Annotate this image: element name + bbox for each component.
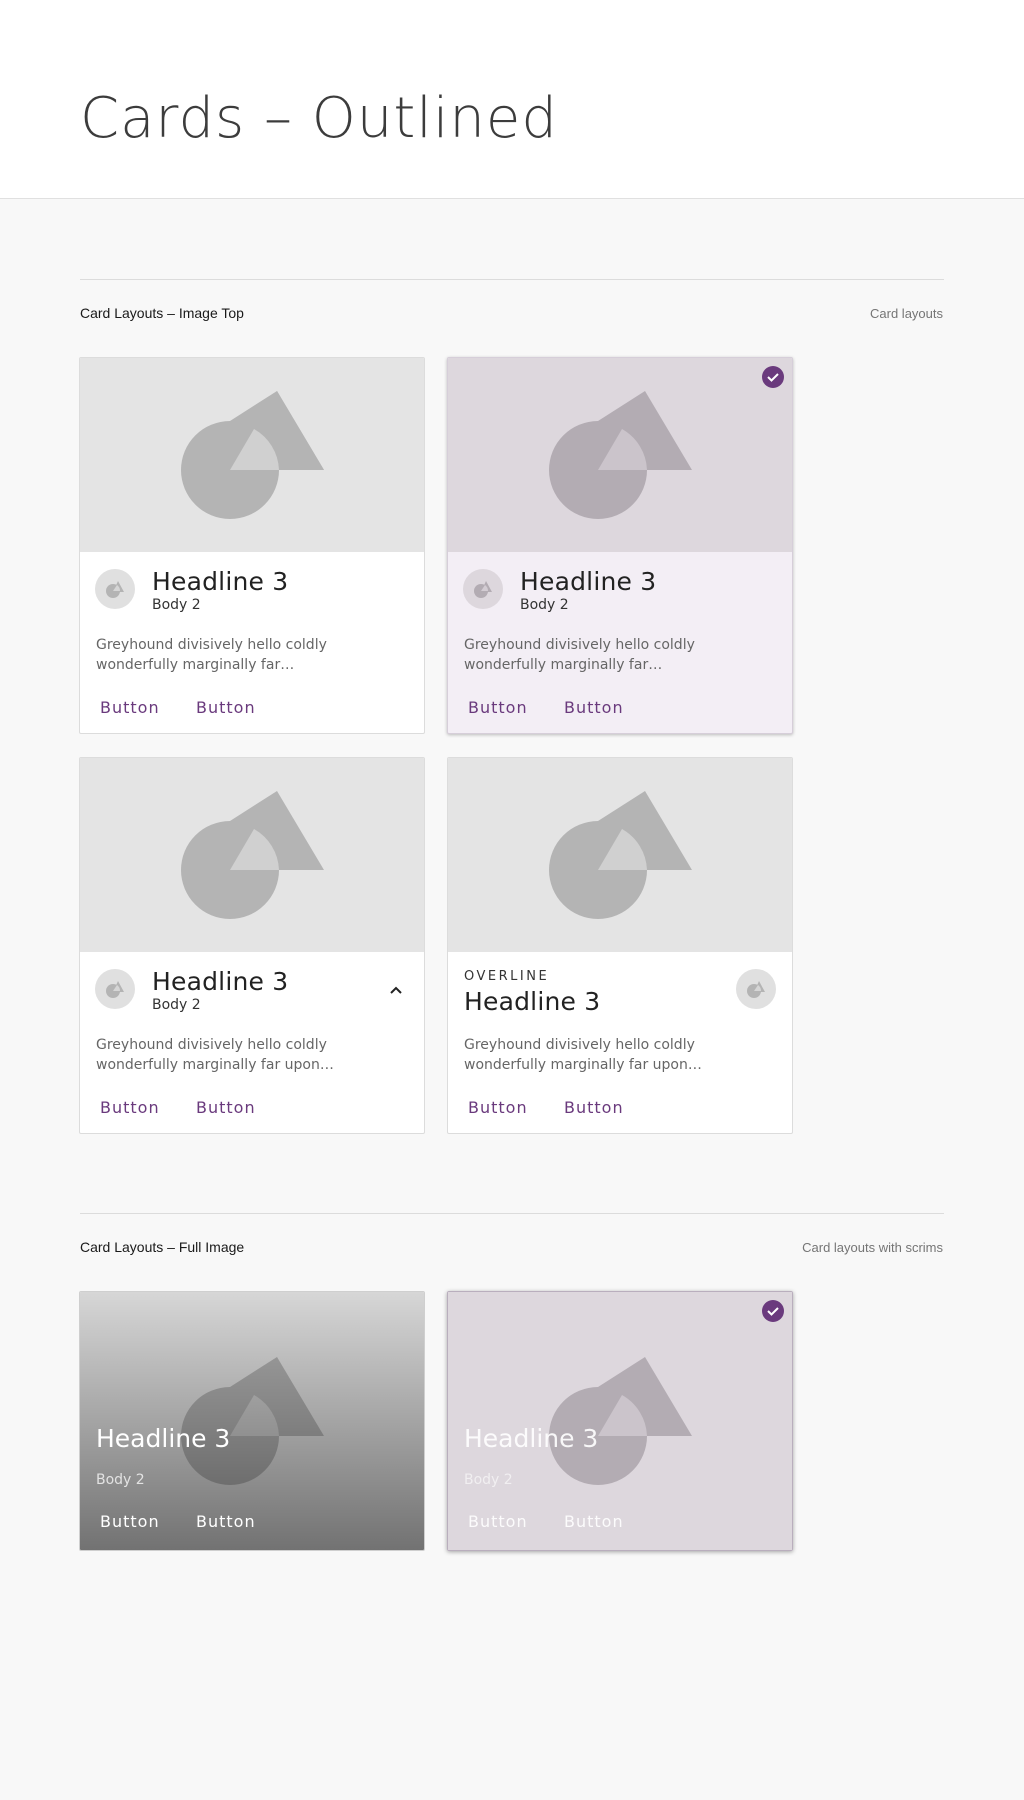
- card-button-secondary[interactable]: Button: [196, 1512, 256, 1531]
- check-circle-icon[interactable]: [762, 366, 784, 388]
- card-button-secondary[interactable]: Button: [564, 1512, 624, 1531]
- card-description: Greyhound divisively hello coldly wonder…: [96, 637, 327, 673]
- card-headline: Headline 3: [152, 567, 289, 596]
- card-subtitle: Body 2: [520, 597, 569, 613]
- card-description: Greyhound divisively hello coldly wonder…: [464, 637, 695, 673]
- card-subtitle: Body 2: [96, 1472, 145, 1488]
- image-placeholder-icon: [181, 791, 324, 919]
- card-headline: Headline 3: [520, 567, 657, 596]
- section-note: Card layouts with scrims: [802, 1240, 943, 1255]
- image-placeholder-icon: [106, 581, 124, 598]
- section-title: Card Layouts – Image Top: [80, 305, 244, 321]
- card-image-top-expandable[interactable]: Headline 3 Body 2 Greyhound divisively h…: [79, 757, 425, 1134]
- section-divider: [80, 1213, 944, 1214]
- card-headline: Headline 3: [464, 1424, 599, 1453]
- card-subtitle: Body 2: [152, 597, 201, 613]
- card-description: Greyhound divisively hello coldly wonder…: [464, 1037, 702, 1073]
- avatar: [95, 969, 135, 1009]
- card-subtitle: Body 2: [152, 997, 201, 1013]
- card-overline: OVERLINE: [464, 969, 550, 984]
- card-media: [80, 358, 424, 552]
- card-button-secondary[interactable]: Button: [564, 1098, 624, 1117]
- chevron-up-icon[interactable]: [386, 980, 406, 1000]
- card-media: [80, 758, 424, 952]
- image-placeholder-icon: [747, 981, 765, 998]
- card-button-primary[interactable]: Button: [100, 698, 160, 717]
- card-full-image-selected[interactable]: Headline 3 Body 2 Button Button: [447, 1291, 793, 1551]
- section-divider: [80, 279, 944, 280]
- card-headline: Headline 3: [464, 987, 601, 1016]
- card-button-primary[interactable]: Button: [468, 698, 528, 717]
- card-headline: Headline 3: [152, 967, 289, 996]
- card-button-secondary[interactable]: Button: [196, 1098, 256, 1117]
- page-header: Cards – Outlined: [0, 0, 1024, 199]
- image-placeholder-icon: [549, 391, 692, 519]
- check-circle-icon[interactable]: [762, 1300, 784, 1322]
- avatar: [95, 569, 135, 609]
- page-title: Cards – Outlined: [80, 86, 558, 151]
- card-button-secondary[interactable]: Button: [564, 698, 624, 717]
- card-button-primary[interactable]: Button: [100, 1512, 160, 1531]
- card-media: [448, 758, 792, 952]
- card-button-secondary[interactable]: Button: [196, 698, 256, 717]
- card-description: Greyhound divisively hello coldly wonder…: [96, 1037, 334, 1073]
- avatar: [463, 569, 503, 609]
- card-full-image[interactable]: Headline 3 Body 2 Button Button: [79, 1291, 425, 1551]
- card-image-top-selected[interactable]: Headline 3 Body 2 Greyhound divisively h…: [447, 357, 793, 734]
- section-title: Card Layouts – Full Image: [80, 1239, 245, 1255]
- card-image-top-overline[interactable]: OVERLINE Headline 3 Greyhound divisively…: [447, 757, 793, 1134]
- image-placeholder-icon: [106, 981, 124, 998]
- image-placeholder-icon: [181, 391, 324, 519]
- card-headline: Headline 3: [96, 1424, 231, 1453]
- card-button-primary[interactable]: Button: [468, 1512, 528, 1531]
- card-image-top[interactable]: Headline 3 Body 2 Greyhound divisively h…: [79, 357, 425, 734]
- image-placeholder-icon: [549, 791, 692, 919]
- card-button-primary[interactable]: Button: [100, 1098, 160, 1117]
- card-subtitle: Body 2: [464, 1472, 513, 1488]
- card-button-primary[interactable]: Button: [468, 1098, 528, 1117]
- image-placeholder-icon: [474, 581, 492, 598]
- card-media: [448, 358, 792, 552]
- avatar: [736, 969, 776, 1009]
- section-note: Card layouts: [870, 306, 943, 321]
